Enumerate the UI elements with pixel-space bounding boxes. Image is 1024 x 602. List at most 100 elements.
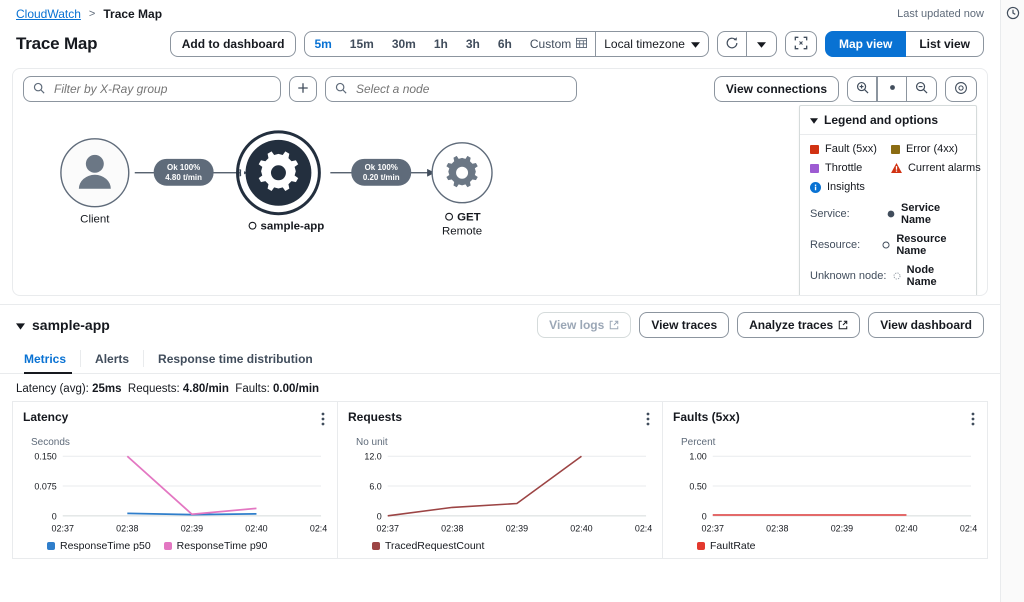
legend-label: Current alarms <box>907 162 981 174</box>
legend-row-label: Resource: <box>810 239 861 251</box>
breadcrumb: CloudWatch > Trace Map Last updated now <box>0 0 1000 28</box>
svg-text:02:40: 02:40 <box>245 524 267 534</box>
svg-text:02:41: 02:41 <box>635 524 652 534</box>
svg-text:02:37: 02:37 <box>52 524 74 534</box>
time-range-15m[interactable]: 15m <box>341 32 383 56</box>
legend-throttle: Throttle <box>810 162 877 174</box>
trace-map-page: CloudWatch > Trace Map Last updated now … <box>0 0 1024 602</box>
refresh-interval-dropdown[interactable] <box>746 31 777 57</box>
external-link-icon <box>838 320 848 330</box>
kebab-menu-icon[interactable] <box>969 410 977 428</box>
breadcrumb-link-cloudwatch[interactable]: CloudWatch <box>16 7 81 21</box>
legend-item-tracedrequestcount[interactable]: TracedRequestCount <box>372 540 484 552</box>
timezone-label: Local timezone <box>604 37 685 51</box>
chart-ylabel: Percent <box>681 437 716 448</box>
detail-title[interactable]: sample-app <box>16 317 110 333</box>
svg-text:1.00: 1.00 <box>689 452 706 462</box>
svg-text:02:39: 02:39 <box>181 524 203 534</box>
tab-metrics[interactable]: Metrics <box>16 344 80 374</box>
list-view-button[interactable]: List view <box>906 31 984 57</box>
summary-latency-value: 25ms <box>92 383 122 395</box>
search-icon <box>33 82 45 97</box>
zoom-in-icon <box>856 81 869 97</box>
svg-text:0.075: 0.075 <box>34 482 56 492</box>
time-range-1h[interactable]: 1h <box>425 32 457 56</box>
last-updated-text: Last updated now <box>897 8 984 20</box>
add-group-button[interactable] <box>289 76 317 102</box>
chart-title: Latency <box>23 410 69 424</box>
zoom-in-button[interactable] <box>847 76 877 102</box>
legend-item-p90[interactable]: ResponseTime p90 <box>163 540 267 552</box>
svg-text:Remote: Remote <box>442 226 482 238</box>
legend-node-types: Service: Service Name Resource: Resource… <box>810 202 966 288</box>
view-toggle: Map view List view <box>824 31 984 57</box>
svg-text:0: 0 <box>52 511 57 521</box>
view-dashboard-button[interactable]: View dashboard <box>868 311 984 338</box>
kebab-menu-icon[interactable] <box>644 410 652 428</box>
zoom-reset-button[interactable] <box>877 76 907 102</box>
insights-info-icon <box>810 181 821 193</box>
edge-label-client-sampleapp: Ok 100% 4.80 t/min <box>153 158 214 186</box>
group-filter-box[interactable] <box>23 76 281 102</box>
legend-item-p50[interactable]: ResponseTime p50 <box>47 540 151 552</box>
tab-alerts[interactable]: Alerts <box>81 344 143 373</box>
chart-plot-faults: 1.00 0.50 0 02:37 02:38 02:39 02:40 02:4… <box>689 452 982 534</box>
svg-text:02:39: 02:39 <box>506 524 528 534</box>
time-range-3h[interactable]: 3h <box>457 32 489 56</box>
kebab-menu-icon[interactable] <box>319 410 327 428</box>
svg-text:02:38: 02:38 <box>116 524 138 534</box>
legend-row-label: Service: <box>810 208 850 220</box>
zoom-out-button[interactable] <box>907 76 937 102</box>
square-swatch <box>810 163 819 173</box>
series-responsetime-p90 <box>126 455 257 516</box>
detail-actions: View logs View traces Analyze traces Vie… <box>537 311 984 338</box>
detail-tabs: Metrics Alerts Response time distributio… <box>0 344 1000 374</box>
edge-status-2: Ok 100% <box>365 163 398 172</box>
refresh-button[interactable] <box>716 31 747 57</box>
zoom-reset-icon <box>886 81 899 97</box>
node-search-box[interactable] <box>325 76 577 102</box>
view-traces-button[interactable]: View traces <box>639 311 730 338</box>
fullscreen-icon <box>794 36 808 53</box>
trace-node-label-sample-app: sample-app <box>248 221 324 233</box>
view-logs-label: View logs <box>549 317 605 332</box>
legend-insights: Insights <box>810 181 877 193</box>
legend-fault-5xx: Fault (5xx) <box>810 143 877 155</box>
clock-icon[interactable] <box>1006 6 1020 22</box>
warning-triangle-icon <box>891 163 902 173</box>
time-range-6h[interactable]: 6h <box>489 32 521 56</box>
node-search-input[interactable] <box>354 81 567 97</box>
legend-row-value: Resource Name <box>882 233 966 257</box>
time-range-30m[interactable]: 30m <box>383 32 425 56</box>
time-range-custom[interactable]: Custom <box>521 32 595 56</box>
analyze-traces-button[interactable]: Analyze traces <box>737 311 861 338</box>
svg-text:02:41: 02:41 <box>310 524 327 534</box>
trace-node-sample-app[interactable] <box>236 130 321 216</box>
legend-item-faultrate[interactable]: FaultRate <box>697 540 756 552</box>
svg-text:02:39: 02:39 <box>831 524 853 534</box>
group-filter-input[interactable] <box>52 81 271 97</box>
legend-label: Throttle <box>825 162 863 174</box>
refresh-group <box>716 31 777 57</box>
time-range-5m[interactable]: 5m <box>305 32 340 56</box>
trace-map-canvas[interactable]: Ok 100% 4.80 t/min Ok 100% 0.20 t/min Cl… <box>12 68 988 296</box>
legend-error-4xx: Error (4xx) <box>890 143 981 155</box>
add-to-dashboard-button[interactable]: Add to dashboard <box>169 31 297 57</box>
series-color-dot <box>47 542 55 550</box>
timezone-select[interactable]: Local timezone <box>596 32 708 56</box>
tab-response-time-distribution[interactable]: Response time distribution <box>144 344 327 373</box>
map-view-button[interactable]: Map view <box>824 31 907 57</box>
breadcrumb-separator-icon: > <box>88 8 96 20</box>
edge-rate-1: 4.80 t/min <box>165 173 202 182</box>
fullscreen-button[interactable] <box>784 31 817 57</box>
chart-card-requests: Requests No unit 12.0 6.0 0 02:37 02:38 <box>338 401 663 559</box>
analyze-traces-label: Analyze traces <box>749 317 834 332</box>
map-tool-right: View connections <box>713 76 977 102</box>
view-logs-button[interactable]: View logs <box>537 311 632 338</box>
legend-row-unknown: Unknown node: Node Name <box>810 264 966 288</box>
view-connections-button[interactable]: View connections <box>713 76 839 102</box>
trace-node-remote[interactable] <box>431 142 493 204</box>
trace-node-client[interactable] <box>60 138 130 208</box>
legend-header[interactable]: Legend and options <box>800 106 976 135</box>
map-settings-button[interactable] <box>945 76 977 102</box>
